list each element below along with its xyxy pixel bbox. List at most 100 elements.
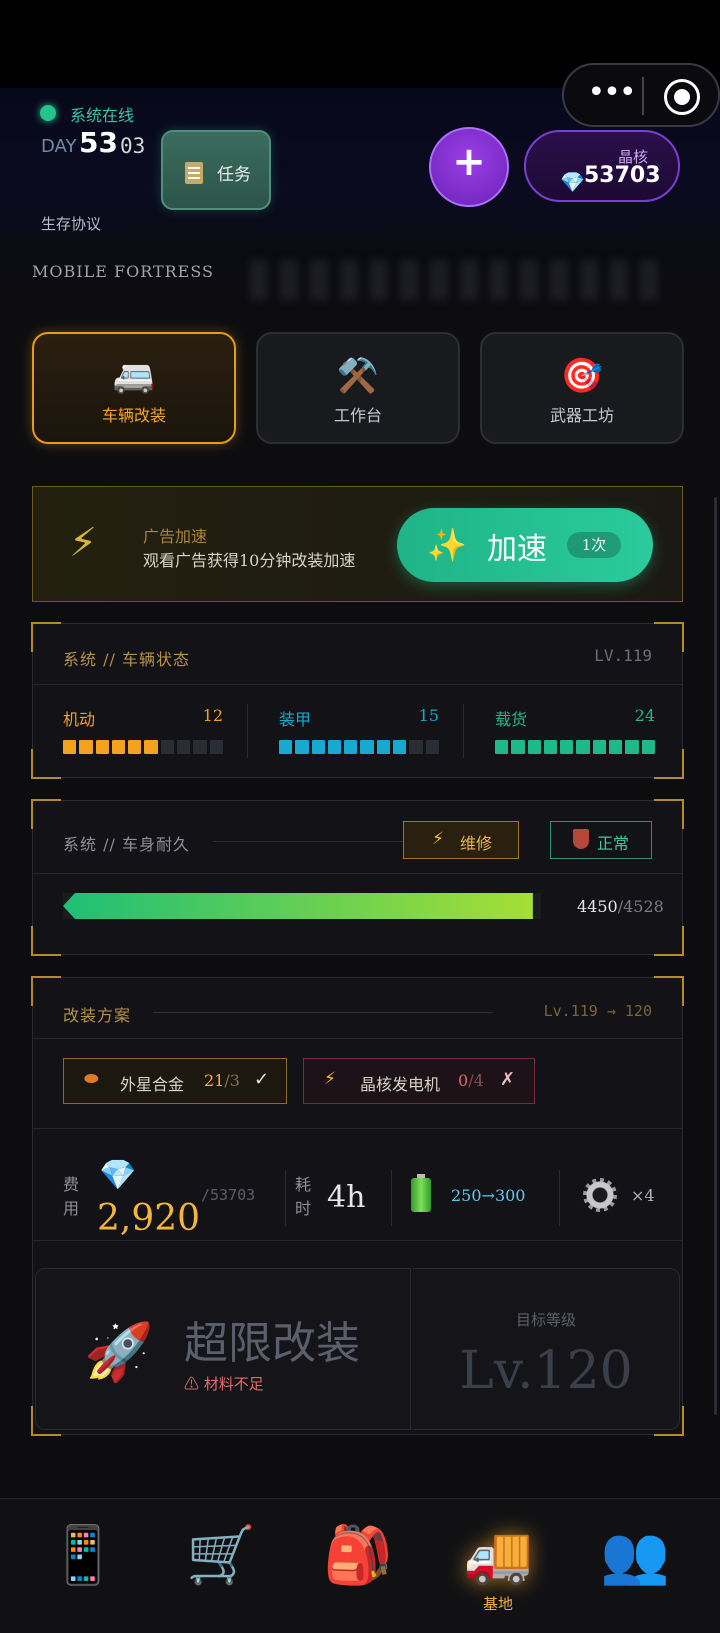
lightning-icon: ⚡ [432, 829, 444, 849]
nav-social[interactable]: 👥 [590, 1521, 680, 1611]
time-label: 耗时 [295, 1175, 312, 1218]
corner-decoration [654, 976, 684, 1006]
divider [33, 1038, 682, 1039]
stat-bar [495, 740, 655, 756]
tab-label: 车辆改装 [101, 406, 166, 425]
cost-label: 费用 [63, 1175, 80, 1218]
repair-button[interactable]: ⚡ 维修 [403, 821, 519, 859]
crystal-have: /53703 [201, 1186, 256, 1204]
panel-title: 改装方案 [63, 1006, 132, 1025]
corner-decoration [654, 749, 684, 779]
stat-segment [543, 740, 558, 754]
speedup-button[interactable]: ✨ 加速 1次 [397, 508, 653, 582]
stat-segment [609, 740, 623, 754]
stat-segment [128, 740, 142, 754]
panel-title: 系统 // 车辆状态 [63, 650, 190, 669]
speedup-count-badge: 1次 [567, 532, 621, 558]
stat-segment [425, 740, 439, 754]
clipboard-icon [185, 162, 203, 184]
day-label: DAY [41, 136, 77, 157]
divider [391, 1170, 392, 1226]
day-sub: 03 [120, 134, 146, 158]
stat-segment [327, 740, 342, 754]
cost-value: 2,920 [97, 1198, 201, 1239]
van-icon: 🚐 [112, 356, 156, 396]
blurred-title-decoration [250, 260, 670, 300]
more-icon[interactable]: ••• [586, 78, 636, 108]
stat-segment [592, 740, 607, 754]
ad-description: 观看广告获得10分钟改装加速 [143, 551, 356, 570]
capsule-divider [642, 77, 644, 115]
corner-decoration [654, 799, 684, 829]
stat-segment [144, 740, 158, 754]
stat-segment [511, 740, 525, 754]
close-target-icon[interactable] [664, 79, 700, 115]
nav-shop[interactable]: 🛒 [176, 1521, 266, 1611]
divider [463, 704, 464, 758]
material-name: 外星合金 [120, 1075, 185, 1094]
modification-panel: 改装方案 Lv.119 → 120 ⬬ 外星合金 21/3 ✓ ⚡ 晶核发电机 … [31, 976, 684, 1436]
add-button[interactable]: + [429, 127, 509, 207]
stat-segment [177, 740, 191, 754]
stat-name: 载货 [495, 710, 528, 729]
corner-decoration [654, 622, 684, 652]
crystal-balance[interactable]: 晶核 💎 53703 [524, 130, 680, 202]
alloy-icon: ⬬ [84, 1069, 99, 1089]
day-number: 53 [79, 126, 118, 159]
divider [285, 1170, 286, 1226]
durability-bar [63, 893, 541, 919]
material-alien-alloy[interactable]: ⬬ 外星合金 21/3 ✓ [63, 1058, 287, 1104]
cart-icon: 🛒 [186, 1523, 256, 1588]
material-need: /4 [468, 1071, 484, 1090]
stat-segment [111, 740, 126, 754]
stat-bar [279, 740, 439, 756]
stat-segment [295, 740, 309, 754]
truck-icon: 🚚 [463, 1523, 533, 1588]
material-need: /3 [224, 1071, 240, 1090]
tab-weapon-workshop[interactable]: 🎯 武器工坊 [480, 332, 684, 444]
tools-icon: ⚒️ [336, 356, 380, 396]
stat-segment [360, 740, 374, 754]
gear-icon [583, 1178, 617, 1212]
status-text: 系统在线 [70, 106, 135, 125]
corner-decoration [31, 749, 61, 779]
stat-value: 12 [202, 706, 223, 725]
stat-segment [79, 740, 93, 754]
durability-panel: 系统 // 车身耐久 ⚡ 维修 正常 4450/4528 [31, 799, 684, 956]
corner-decoration [31, 622, 61, 652]
ultra-modify-button[interactable]: 🚀 超限改装 ⚠ 材料不足 [35, 1268, 411, 1430]
material-name: 晶核发电机 [360, 1075, 441, 1094]
ad-speedup-card: ⚡ 广告加速 观看广告获得10分钟改装加速 ✨ 加速 1次 [32, 486, 683, 602]
online-indicator-icon [40, 105, 56, 121]
stat-segment [576, 740, 590, 754]
crystal-value: 53703 [584, 163, 661, 188]
nav-base[interactable]: 🚚 基地 [453, 1521, 543, 1613]
vehicle-level: LV.119 [594, 646, 652, 665]
scrollbar[interactable] [714, 497, 717, 1415]
tab-workbench[interactable]: ⚒️ 工作台 [256, 332, 460, 444]
task-button[interactable]: 任务 [161, 130, 271, 210]
target-level: Lv.120 [459, 1341, 633, 1401]
stat-name: 机动 [63, 710, 96, 729]
stat-segment [160, 740, 175, 754]
durability-max: /4528 [617, 897, 664, 916]
tab-vehicle-mod[interactable]: 🚐 车辆改装 [32, 332, 236, 444]
backpack-icon: 🎒 [323, 1523, 393, 1588]
corner-decoration [31, 926, 61, 956]
status-label: 正常 [597, 834, 630, 853]
material-count: 0/4 [458, 1071, 484, 1090]
task-button-label: 任务 [217, 165, 251, 185]
tab-label: 工作台 [333, 406, 382, 425]
stat-segment [560, 740, 574, 754]
repair-label: 维修 [460, 834, 493, 853]
material-crystal-generator[interactable]: ⚡ 晶核发电机 0/4 ✗ [303, 1058, 535, 1104]
stat-segment [376, 740, 391, 754]
stat-segment [279, 740, 293, 754]
nav-backpack[interactable]: 🎒 [313, 1521, 403, 1611]
durability-current: 4450 [577, 897, 618, 916]
target-icon: 🎯 [560, 356, 604, 396]
nav-phone[interactable]: 📱 [38, 1521, 128, 1611]
gem-icon: 💎 [560, 170, 585, 194]
target-level-box: 目标等级 Lv.120 [413, 1268, 680, 1430]
bottom-navigation: 📱 🛒 🎒 🚚 基地 👥 [0, 1498, 720, 1633]
